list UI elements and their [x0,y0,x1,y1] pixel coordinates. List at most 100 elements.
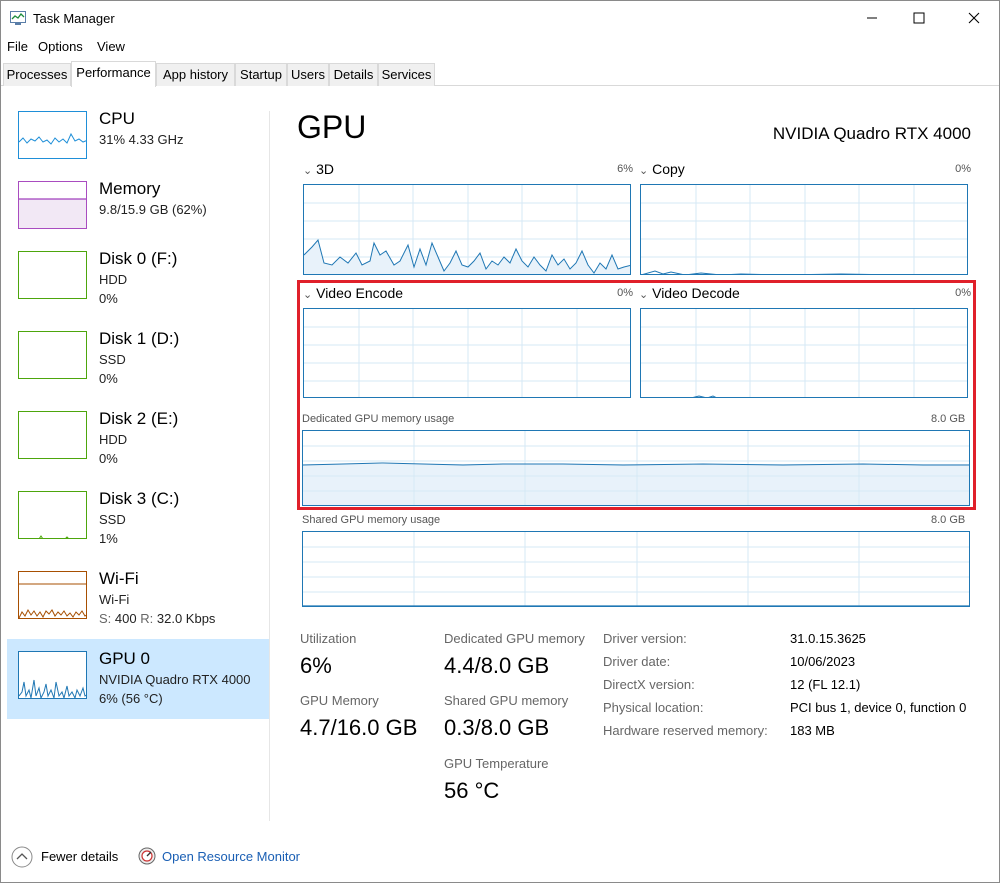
gpu-temperature-value: 56 °C [444,778,500,803]
tab-startup[interactable]: Startup [235,63,287,86]
graph-3d-svg [304,185,630,274]
maximize-button[interactable] [896,1,942,35]
open-resource-monitor-link[interactable]: Open Resource Monitor [162,849,300,864]
sidebar-item-type: HDD [99,432,128,447]
task-manager-window: Task Manager File Options View Processes… [0,0,1000,883]
sidebar-item-usage: 0% [99,291,118,306]
info-value: PCI bus 1, device 0, function 0 [790,700,967,715]
engine-label: Video Encode [316,285,404,301]
info-value: 12 (FL 12.1) [790,677,861,692]
close-icon [968,12,980,24]
graph-dedicated-memory [302,430,970,506]
sidebar-item-cpu[interactable]: CPU 31% 4.33 GHz [7,99,269,179]
engine-label: Video Decode [652,285,740,301]
send-value: 400 [114,611,137,626]
chevron-up-circle-icon[interactable] [11,846,33,868]
sidebar-item-name: Memory [99,179,161,198]
chevron-down-icon: ⌄ [303,165,313,177]
sidebar-item-disk-3[interactable]: Disk 3 (C:) SSD 1% [7,479,269,559]
sidebar-item-usage: 0% [99,451,118,466]
wifi-thumbnail-graph [18,571,87,619]
info-label: Driver version: [603,631,687,646]
engine-value: 0% [955,287,971,299]
graph-video-decode [640,308,968,398]
sidebar-item-name: GPU 0 [99,649,151,668]
sidebar-item-usage: 0% [99,371,118,386]
sidebar-item-type: SSD [99,512,126,527]
engine-selector-copy[interactable]: ⌄ Copy [639,161,685,177]
graph-copy-svg [641,185,967,274]
utilization-label: Utilization [300,631,357,646]
engine-value: 0% [617,287,633,299]
tab-details[interactable]: Details [329,63,378,86]
fewer-details-button[interactable]: Fewer details [41,849,118,864]
sidebar-item-throughput: S: 400 R: 32.0 Kbps [99,611,215,626]
engine-selector-video-decode[interactable]: ⌄ Video Decode [639,285,740,301]
engine-selector-video-encode[interactable]: ⌄ Video Encode [303,285,403,301]
graph-copy [640,184,968,275]
dedicated-memory-graph-max: 8.0 GB [931,413,966,425]
info-label: Driver date: [603,654,671,669]
sidebar-item-type: SSD [99,352,126,367]
sidebar-item-disk-0[interactable]: Disk 0 (F:) HDD 0% [7,239,269,319]
engine-label: Copy [652,161,685,177]
sidebar-item-detail: 31% 4.33 GHz [99,132,184,147]
graph-dedicated-memory-svg [303,431,969,505]
sidebar-item-detail: 9.8/15.9 GB (62%) [99,202,207,217]
resource-sidebar: CPU 31% 4.33 GHz Memory 9.8/15.9 GB (62%… [1,87,271,822]
gpu-model-name: NVIDIA Quadro RTX 4000 [772,124,971,143]
minimize-icon [867,17,877,19]
tab-app-history[interactable]: App history [156,63,235,86]
sidebar-item-name: Wi-Fi [99,569,139,588]
shared-memory-label: Shared GPU memory [444,693,569,708]
page-title: GPU [297,109,367,145]
sidebar-item-name: Disk 2 (E:) [99,409,179,428]
info-label: DirectX version: [603,677,695,692]
tab-processes[interactable]: Processes [3,63,71,86]
disk-thumbnail-graph [18,491,87,539]
info-label: Physical location: [603,700,704,715]
sidebar-item-adapter: Wi-Fi [99,592,130,607]
tab-users[interactable]: Users [287,63,329,86]
sidebar-item-memory[interactable]: Memory 9.8/15.9 GB (62%) [7,169,269,249]
dedicated-memory-value: 4.4/8.0 GB [444,653,550,678]
footer-bar: Fewer details Open Resource Monitor [1,839,999,879]
graph-video-encode [303,308,631,398]
tab-performance[interactable]: Performance [71,61,156,87]
sidebar-item-wifi[interactable]: Wi-Fi Wi-Fi S: 400 R: 32.0 Kbps [7,559,269,639]
chevron-down-icon: ⌄ [303,289,313,301]
maximize-icon [913,12,925,24]
menu-file[interactable]: File [7,39,28,54]
send-label: S: [99,611,112,626]
engine-selector-3d[interactable]: ⌄ 3D [303,161,334,177]
utilization-value: 6% [300,653,332,678]
title-bar[interactable]: Task Manager [1,1,999,35]
menu-view[interactable]: View [97,39,125,54]
cpu-thumbnail-graph [18,111,87,159]
tab-bar: Processes Performance App history Startu… [1,61,999,87]
minimize-button[interactable] [849,1,895,35]
gpu-thumbnail-graph [18,651,87,699]
sidebar-item-type: HDD [99,272,128,287]
graph-video-encode-svg [304,309,630,397]
disk-thumbnail-graph [18,251,87,299]
sidebar-item-gpu-0[interactable]: GPU 0 NVIDIA Quadro RTX 4000 6% (56 °C) [7,639,269,719]
info-label: Hardware reserved memory: [603,723,768,738]
receive-label: R: [140,611,154,626]
shared-memory-graph-label: Shared GPU memory usage [302,514,441,526]
chevron-down-icon: ⌄ [639,289,649,301]
close-button[interactable] [951,1,997,35]
sidebar-item-disk-2[interactable]: Disk 2 (E:) HDD 0% [7,399,269,479]
sidebar-item-usage: 1% [99,531,118,546]
sidebar-item-name: Disk 0 (F:) [99,249,178,268]
info-value: 183 MB [790,723,835,738]
sidebar-item-usage: 6% (56 °C) [99,691,163,706]
graph-3d [303,184,631,275]
memory-thumbnail-graph [18,181,87,229]
disk-thumbnail-graph [18,411,87,459]
task-manager-icon [10,11,26,25]
menu-options[interactable]: Options [38,39,83,54]
disk-thumbnail-graph [18,331,87,379]
tab-services[interactable]: Services [378,63,435,86]
sidebar-item-disk-1[interactable]: Disk 1 (D:) SSD 0% [7,319,269,399]
